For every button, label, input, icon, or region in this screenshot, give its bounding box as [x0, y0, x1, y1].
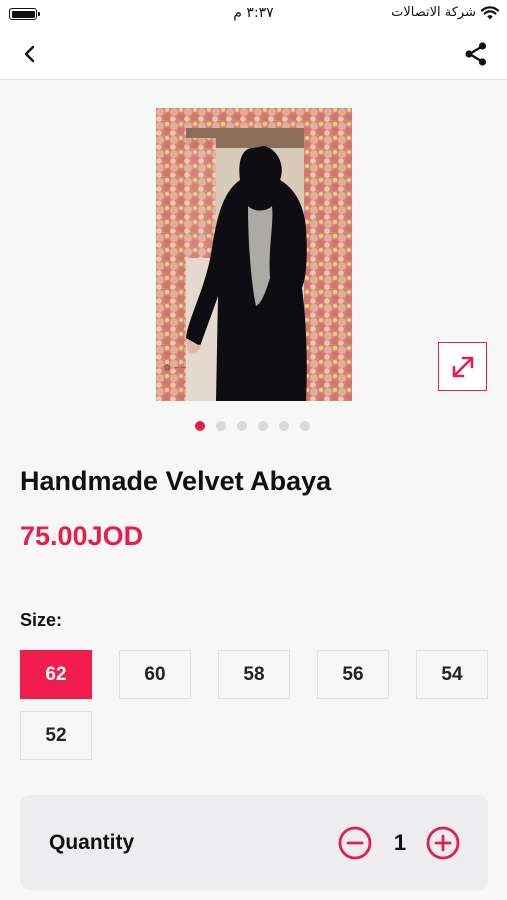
quantity-value: 1: [393, 830, 407, 855]
product-price: 75.00JOD: [20, 521, 144, 551]
pager-dot[interactable]: [216, 421, 226, 431]
back-button[interactable]: [14, 38, 46, 70]
pager-dot[interactable]: [237, 421, 247, 431]
plus-circle-icon[interactable]: [426, 826, 460, 860]
chevron-left-icon: [24, 45, 35, 63]
share-icon: [465, 42, 487, 66]
quantity-label: Quantity: [49, 831, 135, 854]
pager-dot[interactable]: [279, 421, 289, 431]
pager-dot[interactable]: [300, 421, 310, 431]
pager-dot[interactable]: [258, 421, 268, 431]
status-carrier: شركة الاتصالات: [391, 5, 499, 20]
product-image[interactable]: ✿ ~~: [156, 108, 352, 401]
nav-bar: [0, 28, 507, 80]
size-option-58[interactable]: 58: [218, 650, 290, 699]
carrier-label: شركة الاتصالات: [391, 5, 476, 20]
wifi-icon: [481, 5, 499, 19]
share-button[interactable]: [459, 37, 493, 71]
size-label: Size:: [20, 610, 63, 630]
pager-dot[interactable]: [195, 421, 205, 431]
size-option-60[interactable]: 60: [119, 650, 191, 699]
size-option-56[interactable]: 56: [317, 650, 389, 699]
size-option-54[interactable]: 54: [416, 650, 488, 699]
quantity-card: Quantity 1: [20, 795, 488, 890]
svg-text:✿ ~~: ✿ ~~: [164, 363, 187, 372]
expand-arrows-icon: [452, 356, 473, 377]
size-option-52[interactable]: 52: [20, 711, 92, 760]
minus-circle-icon[interactable]: [338, 826, 372, 860]
product-title: Handmade Velvet Abaya: [20, 466, 332, 496]
status-bar: ٣:٣٧ م شركة الاتصالات: [0, 0, 507, 28]
image-pager: [195, 421, 310, 431]
abaya-photo: ✿ ~~: [156, 108, 352, 401]
expand-image-button[interactable]: [438, 342, 487, 391]
size-option-62[interactable]: 62: [20, 650, 92, 699]
